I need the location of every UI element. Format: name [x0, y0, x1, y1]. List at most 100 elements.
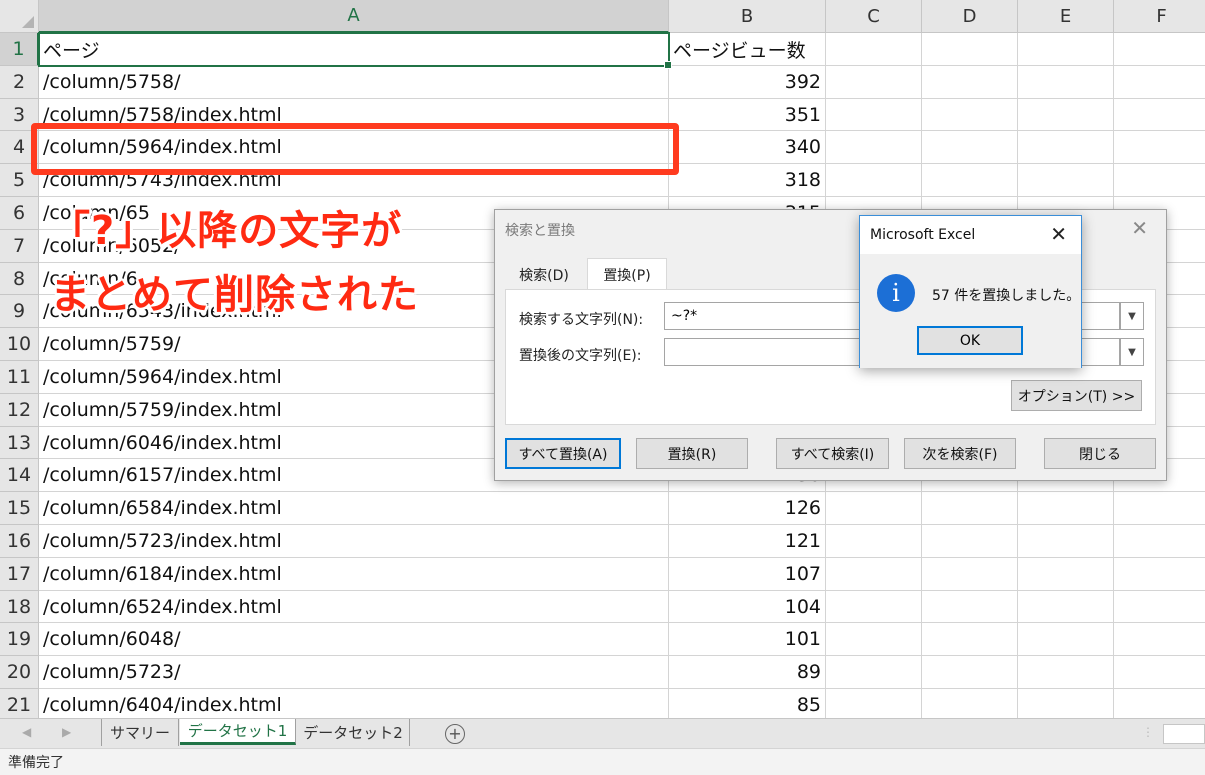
cell-pageviews[interactable]: 104 — [669, 591, 826, 623]
cell-pageviews[interactable]: 121 — [669, 525, 826, 558]
add-sheet-icon[interactable]: + — [445, 724, 465, 744]
empty-cell[interactable] — [1114, 656, 1205, 689]
cell-page[interactable]: /column/6048/ — [39, 623, 669, 656]
empty-cell[interactable] — [826, 656, 922, 689]
empty-cell[interactable] — [1018, 525, 1114, 558]
empty-cell[interactable] — [1114, 164, 1205, 197]
find-all-button[interactable]: すべて検索(I) — [776, 438, 889, 469]
row-header[interactable]: 11 — [0, 361, 39, 394]
tab-replace[interactable]: 置換(P) — [587, 258, 667, 290]
column-header-b[interactable]: B — [669, 0, 826, 33]
empty-cell[interactable] — [826, 623, 922, 656]
close-icon[interactable]: ✕ — [1050, 222, 1067, 246]
scroll-right-icon[interactable]: ▶ — [62, 725, 71, 739]
cell-pageviews[interactable]: 318 — [669, 164, 826, 197]
empty-cell[interactable] — [922, 66, 1018, 99]
cell-page[interactable]: /column/5723/ — [39, 656, 669, 689]
empty-cell[interactable] — [1018, 33, 1114, 66]
cell-page[interactable]: /column/5758/ — [39, 66, 669, 99]
chevron-down-icon[interactable]: ▼ — [1120, 338, 1144, 366]
column-header-d[interactable]: D — [922, 0, 1018, 33]
empty-cell[interactable] — [1114, 492, 1205, 525]
empty-cell[interactable] — [1114, 99, 1205, 131]
empty-cell[interactable] — [922, 623, 1018, 656]
column-header-e[interactable]: E — [1018, 0, 1114, 33]
empty-cell[interactable] — [826, 66, 922, 99]
cell-page[interactable]: /column/6184/index.html — [39, 558, 669, 591]
empty-cell[interactable] — [1018, 591, 1114, 623]
empty-cell[interactable] — [826, 131, 922, 164]
empty-cell[interactable] — [922, 131, 1018, 164]
empty-cell[interactable] — [826, 689, 922, 718]
empty-cell[interactable] — [1114, 558, 1205, 591]
select-all-corner[interactable] — [0, 0, 39, 33]
empty-cell[interactable] — [1018, 656, 1114, 689]
empty-cell[interactable] — [826, 33, 922, 66]
empty-cell[interactable] — [1018, 66, 1114, 99]
empty-cell[interactable] — [1018, 558, 1114, 591]
empty-cell[interactable] — [826, 558, 922, 591]
sheet-tab-dataset1[interactable]: データセット1 — [180, 719, 296, 745]
empty-cell[interactable] — [1114, 66, 1205, 99]
row-header[interactable]: 21 — [0, 689, 39, 718]
cell-pageviews[interactable]: 392 — [669, 66, 826, 99]
replace-all-button[interactable]: すべて置換(A) — [505, 438, 621, 469]
cell-page[interactable]: /column/6404/index.html — [39, 689, 669, 718]
empty-cell[interactable] — [1018, 689, 1114, 718]
row-header[interactable]: 6 — [0, 197, 39, 230]
cell-page[interactable]: ページ — [39, 33, 669, 66]
row-header[interactable]: 14 — [0, 459, 39, 492]
tab-split-handle[interactable]: ⋮ — [1142, 725, 1154, 739]
empty-cell[interactable] — [826, 99, 922, 131]
scroll-left-icon[interactable]: ◀ — [22, 725, 31, 739]
row-header[interactable]: 12 — [0, 394, 39, 427]
row-header[interactable]: 7 — [0, 230, 39, 263]
row-header[interactable]: 20 — [0, 656, 39, 689]
column-header-f[interactable]: F — [1114, 0, 1205, 33]
ok-button[interactable]: OK — [917, 326, 1023, 355]
empty-cell[interactable] — [1018, 623, 1114, 656]
empty-cell[interactable] — [1018, 492, 1114, 525]
close-button[interactable]: 閉じる — [1044, 438, 1156, 469]
cell-pageviews[interactable]: 351 — [669, 99, 826, 131]
cell-pageviews[interactable]: 89 — [669, 656, 826, 689]
empty-cell[interactable] — [922, 689, 1018, 718]
empty-cell[interactable] — [922, 558, 1018, 591]
row-header[interactable]: 10 — [0, 328, 39, 361]
empty-cell[interactable] — [922, 164, 1018, 197]
empty-cell[interactable] — [922, 591, 1018, 623]
row-header[interactable]: 13 — [0, 427, 39, 459]
empty-cell[interactable] — [826, 492, 922, 525]
empty-cell[interactable] — [1114, 525, 1205, 558]
horizontal-scrollbar[interactable] — [1163, 724, 1205, 744]
options-button[interactable]: オプション(T) >> — [1011, 380, 1142, 411]
cell-pageviews[interactable]: 101 — [669, 623, 826, 656]
row-header[interactable]: 9 — [0, 295, 39, 328]
replace-button[interactable]: 置換(R) — [636, 438, 748, 469]
empty-cell[interactable] — [826, 525, 922, 558]
cell-page[interactable]: /column/6584/index.html — [39, 492, 669, 525]
cell-page[interactable]: /column/5723/index.html — [39, 525, 669, 558]
empty-cell[interactable] — [922, 99, 1018, 131]
row-header[interactable]: 19 — [0, 623, 39, 656]
sheet-tab-dataset2[interactable]: データセット2 — [297, 719, 410, 746]
find-next-button[interactable]: 次を検索(F) — [904, 438, 1016, 469]
cell-pageviews[interactable]: ページビュー数 — [669, 33, 826, 66]
empty-cell[interactable] — [922, 525, 1018, 558]
cell-page[interactable]: /column/6524/index.html — [39, 591, 669, 623]
empty-cell[interactable] — [922, 33, 1018, 66]
empty-cell[interactable] — [1114, 131, 1205, 164]
empty-cell[interactable] — [1018, 164, 1114, 197]
cell-pageviews[interactable]: 126 — [669, 492, 826, 525]
empty-cell[interactable] — [922, 656, 1018, 689]
empty-cell[interactable] — [1018, 99, 1114, 131]
row-header[interactable]: 16 — [0, 525, 39, 558]
column-header-c[interactable]: C — [826, 0, 922, 33]
cell-pageviews[interactable]: 107 — [669, 558, 826, 591]
empty-cell[interactable] — [1114, 591, 1205, 623]
row-header[interactable]: 17 — [0, 558, 39, 591]
chevron-down-icon[interactable]: ▼ — [1120, 302, 1144, 330]
empty-cell[interactable] — [1114, 33, 1205, 66]
empty-cell[interactable] — [1114, 689, 1205, 718]
row-header[interactable]: 18 — [0, 591, 39, 623]
